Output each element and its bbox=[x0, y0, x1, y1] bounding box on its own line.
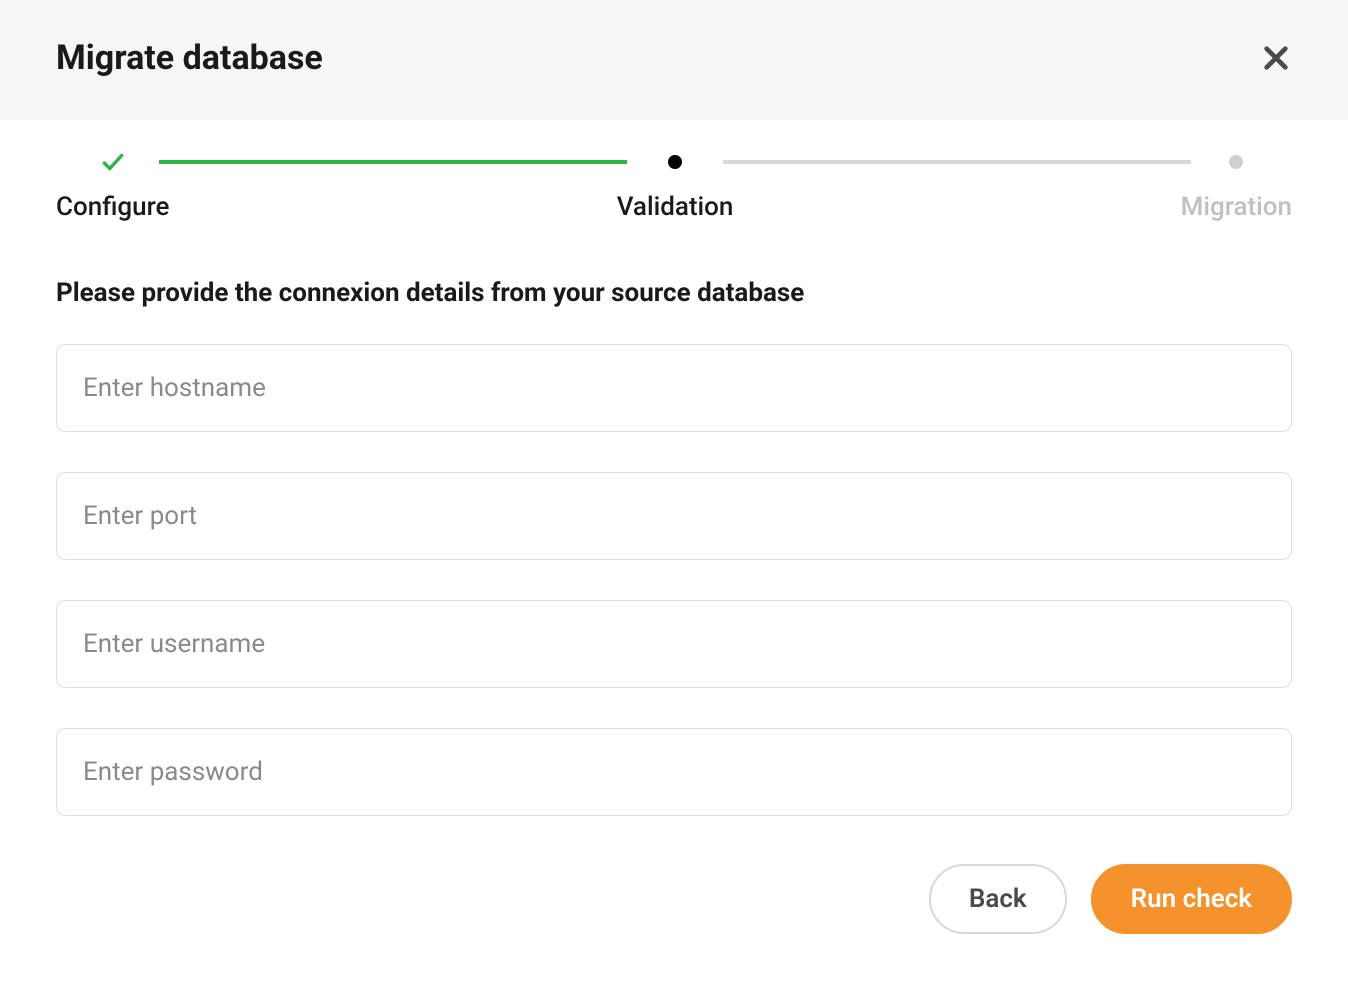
step-connector bbox=[723, 160, 1190, 164]
close-icon bbox=[1260, 42, 1292, 74]
step-validation: Validation bbox=[617, 148, 734, 222]
back-button[interactable]: Back bbox=[929, 864, 1067, 934]
step-connector bbox=[159, 160, 626, 164]
password-input[interactable] bbox=[56, 728, 1292, 816]
step-migration: Migration bbox=[1181, 148, 1292, 222]
step-configure: Configure bbox=[56, 148, 169, 222]
form-actions: Back Run check bbox=[0, 856, 1348, 982]
progress-stepper: Configure Validation Migration bbox=[0, 120, 1348, 222]
step-label: Migration bbox=[1181, 192, 1292, 222]
check-icon bbox=[99, 148, 127, 176]
modal-header: Migrate database bbox=[0, 0, 1348, 120]
step-label: Configure bbox=[56, 192, 169, 222]
run-check-button[interactable]: Run check bbox=[1091, 864, 1292, 934]
connection-form: Please provide the connexion details fro… bbox=[0, 278, 1348, 856]
modal-title: Migrate database bbox=[56, 38, 323, 78]
hostname-input[interactable] bbox=[56, 344, 1292, 432]
step-label: Validation bbox=[617, 192, 734, 222]
current-step-dot bbox=[661, 148, 689, 176]
port-input[interactable] bbox=[56, 472, 1292, 560]
migrate-database-modal: Migrate database Configure bbox=[0, 0, 1348, 982]
pending-step-dot bbox=[1222, 148, 1250, 176]
close-button[interactable] bbox=[1260, 42, 1292, 74]
form-instruction: Please provide the connexion details fro… bbox=[56, 278, 1292, 308]
username-input[interactable] bbox=[56, 600, 1292, 688]
